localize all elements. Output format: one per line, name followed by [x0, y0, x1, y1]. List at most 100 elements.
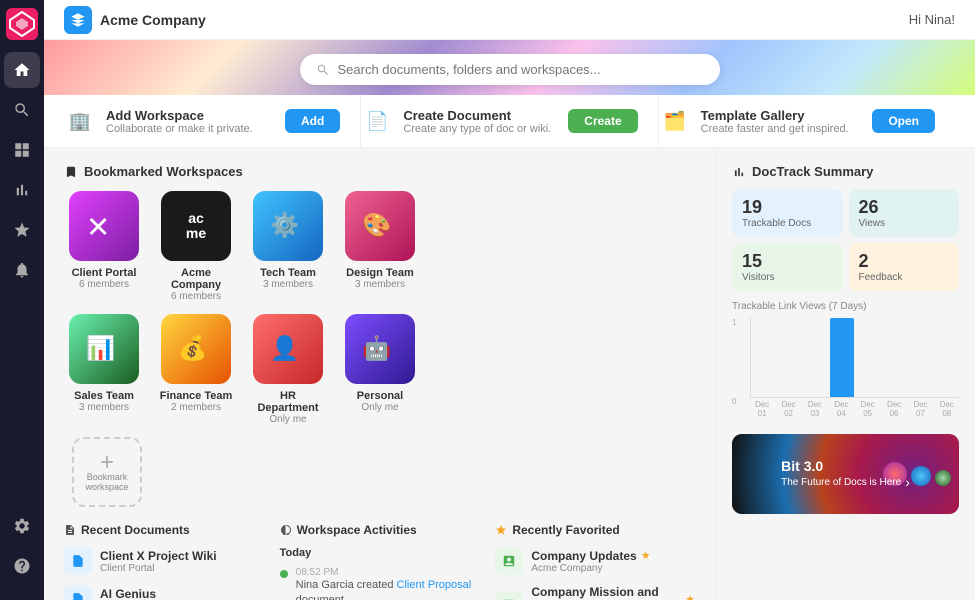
fav-name-company-updates: Company Updates: [531, 549, 636, 563]
doctrack-section: DocTrack Summary 19 Trackable Docs 26 Vi…: [732, 164, 959, 418]
workspace-thumb-acme: acme: [161, 191, 231, 261]
stat-label-trackable-docs: Trackable Docs: [742, 218, 833, 229]
doctrack-title: DocTrack Summary: [732, 164, 959, 179]
fav-item-company-updates[interactable]: Company Updates ★ Acme Company: [495, 547, 695, 575]
doc-name-client-wiki: Client X Project Wiki: [100, 549, 217, 563]
chart-label-0: Dec01: [750, 400, 774, 418]
recent-documents-section: Recent Documents Client X Project Wiki C…: [64, 523, 264, 600]
workspace-card-design-team[interactable]: 🎨 Design Team 3 members: [340, 191, 420, 302]
workspace-members-client-portal: 6 members: [79, 279, 129, 290]
workspace-members-design-team: 3 members: [355, 279, 405, 290]
sidebar-item-workspaces[interactable]: [4, 132, 40, 168]
stat-num-views: 26: [859, 197, 950, 218]
workspace-card-hr[interactable]: 👤 HR Department Only me: [248, 314, 328, 425]
activity-dot: [280, 570, 288, 578]
chart-container: 1 0 Dec01 Dec02 D: [732, 318, 959, 418]
workspace-card-acme[interactable]: acme Acme Company 6 members: [156, 191, 236, 302]
workspace-thumb-tech-team: ⚙️: [253, 191, 323, 261]
fav-name-company-mission: Company Mission and Visi...: [531, 585, 681, 600]
workspace-name-finance-team: Finance Team: [160, 390, 233, 402]
activity-link-0[interactable]: Client Proposal: [397, 579, 472, 591]
svg-text:🤖: 🤖: [362, 334, 391, 362]
workspace-members-finance-team: 2 members: [171, 402, 221, 413]
fav-star-0: ★: [641, 549, 651, 562]
chart-title: Trackable Link Views (7 Days): [732, 301, 959, 312]
stat-card-feedback[interactable]: 2 Feedback: [849, 243, 960, 291]
stat-card-views[interactable]: 26 Views: [849, 189, 960, 237]
sidebar: [0, 0, 44, 600]
workspace-card-finance-team[interactable]: 💰 Finance Team 2 members: [156, 314, 236, 425]
sidebar-item-help[interactable]: [4, 548, 40, 584]
chart-label-1: Dec02: [776, 400, 800, 418]
template-gallery-title: Template Gallery: [701, 108, 849, 123]
add-workspace-subtitle: Collaborate or make it private.: [106, 123, 253, 135]
doctrack-icon: [732, 165, 746, 179]
add-workspace-label: Bookmark workspace: [74, 472, 140, 492]
sidebar-item-analytics[interactable]: [4, 172, 40, 208]
search-bar[interactable]: [300, 54, 720, 85]
create-document-title: Create Document: [403, 108, 551, 123]
doc-item-client-wiki[interactable]: Client X Project Wiki Client Portal: [64, 547, 264, 575]
chart-label-7: Dec08: [935, 400, 959, 418]
sidebar-item-favorites[interactable]: [4, 212, 40, 248]
sidebar-item-settings[interactable]: [4, 508, 40, 544]
right-panel: DocTrack Summary 19 Trackable Docs 26 Vi…: [715, 148, 975, 600]
workspace-card-personal[interactable]: 🤖 Personal Only me: [340, 314, 420, 425]
workspace-card-sales-team[interactable]: 📊 Sales Team 3 members: [64, 314, 144, 425]
sidebar-item-home[interactable]: [4, 52, 40, 88]
promo-card[interactable]: Bit 3.0 The Future of Docs is Here ›: [732, 434, 959, 514]
workspace-thumb-hr: 👤: [253, 314, 323, 384]
workspace-members-tech-team: 3 members: [263, 279, 313, 290]
svg-text:🎨: 🎨: [362, 211, 391, 239]
add-bookmark-workspace-button[interactable]: Bookmark workspace: [72, 437, 150, 507]
fav-icon-company-mission: [495, 591, 523, 600]
sidebar-item-search[interactable]: [4, 92, 40, 128]
stat-num-trackable-docs: 19: [742, 197, 833, 218]
recent-docs-icon: [64, 524, 76, 536]
header-left: Acme Company: [64, 6, 206, 34]
favorited-star-icon: [495, 524, 507, 536]
stat-card-trackable-docs[interactable]: 19 Trackable Docs: [732, 189, 843, 237]
activities-icon: [280, 524, 292, 536]
workspace-name: Acme Company: [100, 12, 206, 28]
promo-title: Bit 3.0: [781, 458, 910, 474]
workspace-card-tech-team[interactable]: ⚙️ Tech Team 3 members: [248, 191, 328, 302]
doc-item-ai-genius[interactable]: AI Genius Client Portal: [64, 585, 264, 600]
recently-favorited-title: Recently Favorited: [512, 523, 619, 537]
header: Acme Company Hi Nina!: [44, 0, 975, 40]
svg-text:💰: 💰: [178, 334, 207, 362]
stats-grid: 19 Trackable Docs 26 Views 15 Visitors 2…: [732, 189, 959, 291]
sidebar-item-notifications[interactable]: [4, 252, 40, 288]
chart-label-4: Dec05: [856, 400, 880, 418]
open-template-button[interactable]: Open: [872, 109, 935, 133]
add-workspace-title: Add Workspace: [106, 108, 253, 123]
add-workspace-button[interactable]: Add: [285, 109, 340, 133]
svg-text:👤: 👤: [270, 334, 299, 362]
search-input[interactable]: [338, 62, 704, 77]
create-document-button[interactable]: Create: [568, 109, 637, 133]
activity-item-0: 08:52 PM Nina Garcia created Client Prop…: [280, 567, 480, 600]
chart-y-max: 1: [732, 318, 736, 327]
activities-title: Workspace Activities: [297, 523, 417, 537]
doc-name-ai-genius: AI Genius: [100, 587, 156, 600]
doc-icon-ai-genius: [64, 585, 92, 600]
workspace-icon: [64, 6, 92, 34]
svg-text:✕: ✕: [86, 212, 110, 244]
chart-y-zero: 0: [732, 397, 736, 406]
chart-labels: Dec01 Dec02 Dec03 Dec04 Dec05 Dec06 Dec0…: [750, 400, 959, 418]
workspace-name-design-team: Design Team: [346, 267, 414, 279]
fav-icon-company-updates: [495, 547, 523, 575]
fav-item-company-mission[interactable]: Company Mission and Visi... ★ Acme Compa…: [495, 585, 695, 600]
workspace-members-acme: 6 members: [171, 291, 221, 302]
workspace-card-client-portal[interactable]: ✕ Client Portal 6 members: [64, 191, 144, 302]
fav-star-1: ★: [685, 593, 695, 600]
workspace-thumb-sales-team: 📊: [69, 314, 139, 384]
workspace-members-sales-team: 3 members: [79, 402, 129, 413]
stat-num-visitors: 15: [742, 251, 833, 272]
lower-grid: Recent Documents Client X Project Wiki C…: [64, 523, 695, 600]
activity-date-today: Today: [280, 547, 480, 559]
create-document-icon: 📄: [361, 105, 393, 137]
doc-workspace-client-wiki: Client Portal: [100, 563, 217, 574]
stat-card-visitors[interactable]: 15 Visitors: [732, 243, 843, 291]
quick-action-add-workspace: 🏢 Add Workspace Collaborate or make it p…: [64, 95, 361, 147]
